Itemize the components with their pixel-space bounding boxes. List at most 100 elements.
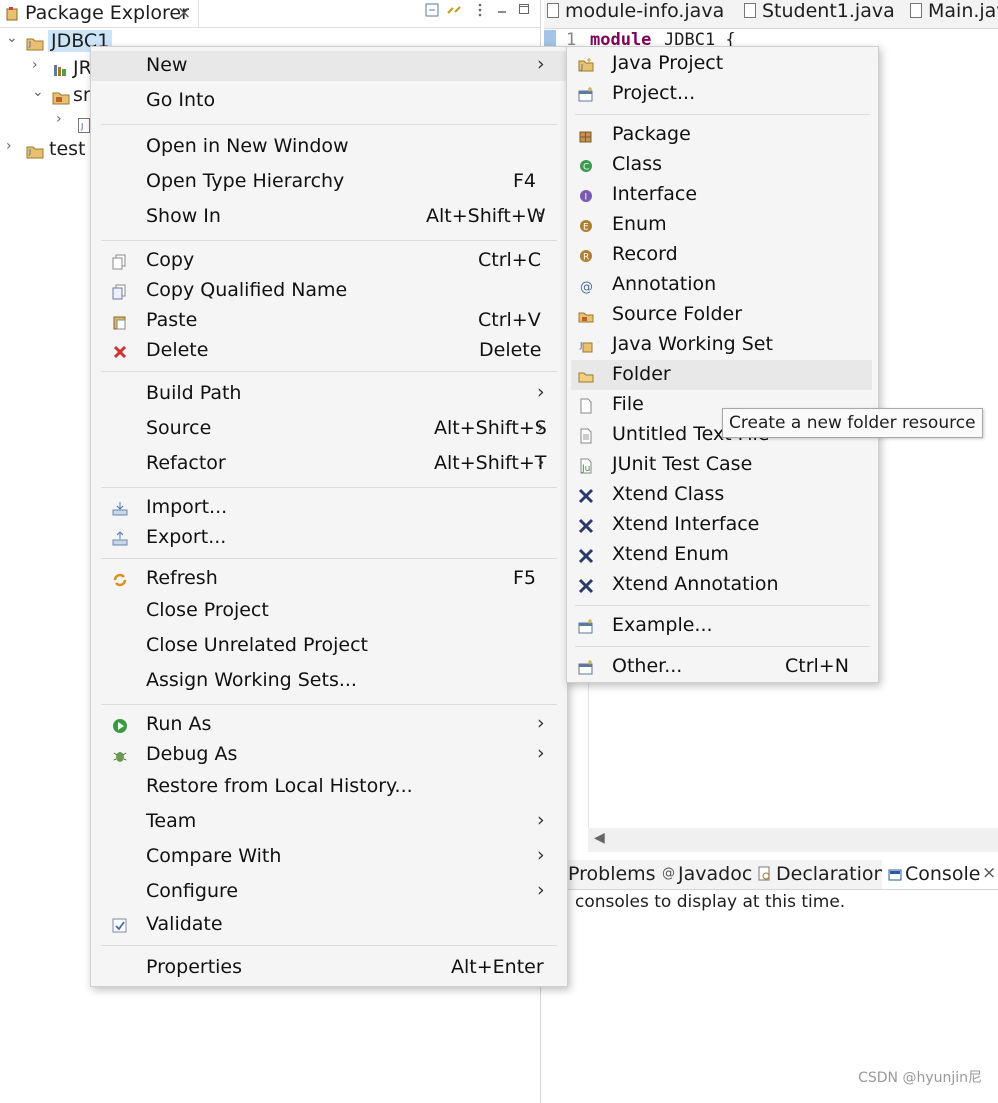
submenu-item-xtend-class[interactable]: Xtend Class [567,480,878,510]
menu-item-source[interactable]: Source Alt+Shift+S › [91,414,567,444]
menu-item-validate[interactable]: Validate [91,910,567,940]
chevron-down-icon[interactable]: ⌄ [32,84,44,100]
svg-text:J: J [80,122,83,131]
folder-tooltip: Create a new folder resource [722,408,983,438]
close-icon[interactable]: × [177,3,191,23]
menu-item-label: Debug As [146,743,238,765]
chevron-right-icon: › [537,879,545,901]
submenu-item-project[interactable]: Project... [567,79,878,109]
menu-item-close-unrelated-project[interactable]: Close Unrelated Project [91,631,567,661]
menu-item-team[interactable]: Team › [91,807,567,837]
menu-item-refactor[interactable]: Refactor Alt+Shift+T › [91,449,567,479]
menu-item-assign-working-sets[interactable]: Assign Working Sets... [91,666,567,696]
editor-tab-module-info[interactable]: module-info.java [547,0,724,28]
tab-declaration[interactable]: Declaration [776,863,886,885]
scroll-left-arrow-icon[interactable]: ◀ [594,830,605,846]
tab-problems[interactable]: Problems [568,863,656,885]
menu-item-copy-qualified-name[interactable]: Copy Qualified Name [91,276,567,306]
menu-item-compare-with[interactable]: Compare With › [91,842,567,872]
editor-tab-bar: module-info.java Student1.java Main.jav [544,0,998,29]
menu-item-label: Xtend Class [612,483,725,505]
editor-tab-main[interactable]: Main.jav [910,0,998,28]
menu-item-label: Run As [146,713,212,735]
menu-item-configure[interactable]: Configure › [91,877,567,907]
chevron-right-icon[interactable]: › [32,57,38,73]
minimize-icon[interactable] [494,3,510,19]
submenu-item-junit-test-case[interactable]: Ju JUnit Test Case [567,450,878,480]
submenu-item-java-project[interactable]: J Java Project [567,49,878,79]
chevron-down-icon[interactable]: ⌄ [6,30,18,46]
example-wizard-icon [578,619,594,635]
menu-item-restore-local-history[interactable]: Restore from Local History... [91,772,567,802]
svg-text:E: E [583,223,589,233]
svg-text:I: I [585,193,588,203]
interface-icon: I [578,188,594,204]
submenu-item-package[interactable]: Package [567,120,878,150]
chevron-right-icon: › [537,809,545,831]
menu-item-debug-as[interactable]: Debug As › [91,740,567,770]
submenu-item-class[interactable]: C Class [567,150,878,180]
menu-item-new[interactable]: New › [91,51,567,81]
menu-item-build-path[interactable]: Build Path › [91,379,567,409]
project-icon: J [26,142,44,164]
menu-item-open-in-new-window[interactable]: Open in New Window [91,132,567,162]
editor-tab-student1[interactable]: Student1.java [744,0,895,28]
chevron-right-icon[interactable]: › [6,138,12,154]
chevron-right-icon[interactable]: › [56,111,62,127]
editor-horizontal-scrollbar[interactable]: ◀ [588,828,998,852]
tree-item-src[interactable]: ⌄ sr [0,84,91,110]
record-icon: R [578,248,594,264]
submenu-item-java-working-set[interactable]: J Java Working Set [567,330,878,360]
menu-item-paste[interactable]: Paste Ctrl+V [91,306,567,336]
project-icon: J [26,34,44,56]
close-icon[interactable]: × [982,863,996,883]
submenu-item-source-folder[interactable]: Source Folder [567,300,878,330]
submenu-item-folder[interactable]: Folder [571,360,872,390]
maximize-icon[interactable] [516,3,532,19]
submenu-item-xtend-enum[interactable]: Xtend Enum [567,540,878,570]
submenu-item-other[interactable]: Other... Ctrl+N [567,652,878,682]
menu-item-go-into[interactable]: Go Into [91,86,567,116]
link-with-editor-icon[interactable] [446,3,462,19]
package-explorer-tab[interactable]: Package Explorer × [0,0,199,27]
refresh-icon [112,572,128,588]
submenu-item-example[interactable]: Example... [567,611,878,641]
enum-icon: E [578,218,594,234]
menu-item-shortcut: Ctrl+N [785,655,849,677]
svg-text:J: J [28,40,31,48]
submenu-item-annotation[interactable]: @ Annotation [567,270,878,300]
menu-item-label: New [146,54,188,76]
submenu-item-record[interactable]: R Record [567,240,878,270]
menu-item-label: Xtend Enum [612,543,729,565]
submenu-item-interface[interactable]: I Interface [567,180,878,210]
menu-item-run-as[interactable]: Run As › [91,710,567,740]
menu-item-label: Annotation [612,273,717,295]
menu-item-close-project[interactable]: Close Project [91,596,567,626]
menu-item-copy[interactable]: Copy Ctrl+C [91,246,567,276]
menu-item-refresh[interactable]: Refresh F5 [91,564,567,594]
menu-item-import[interactable]: Import... [91,493,567,523]
submenu-item-enum[interactable]: E Enum [567,210,878,240]
menu-item-delete[interactable]: Delete Delete [91,336,567,366]
menu-item-export[interactable]: Export... [91,523,567,553]
chevron-right-icon: › [537,742,545,764]
tree-item-test[interactable]: › J test [0,138,90,164]
tree-item-module-info[interactable]: › J [0,111,90,137]
menu-item-label: Enum [612,213,667,235]
tab-javadoc[interactable]: Javadoc [678,863,752,885]
submenu-item-xtend-annotation[interactable]: Xtend Annotation [567,570,878,600]
menu-separator [101,240,557,241]
view-menu-icon[interactable] [472,3,488,19]
menu-item-show-in[interactable]: Show In Alt+Shift+W › [91,202,567,232]
menu-item-label: Restore from Local History... [146,775,413,797]
tab-console[interactable]: Console × [882,860,998,889]
menu-item-open-type-hierarchy[interactable]: Open Type Hierarchy F4 [91,167,567,197]
import-icon [112,501,128,517]
tree-item-label: test [49,138,86,160]
submenu-item-xtend-interface[interactable]: Xtend Interface [567,510,878,540]
menu-item-properties[interactable]: Properties Alt+Enter [91,953,567,983]
tree-item-jre[interactable]: › JR [0,57,92,83]
svg-text:R: R [583,253,589,263]
menu-separator [575,114,870,115]
collapse-all-icon[interactable] [424,3,440,19]
